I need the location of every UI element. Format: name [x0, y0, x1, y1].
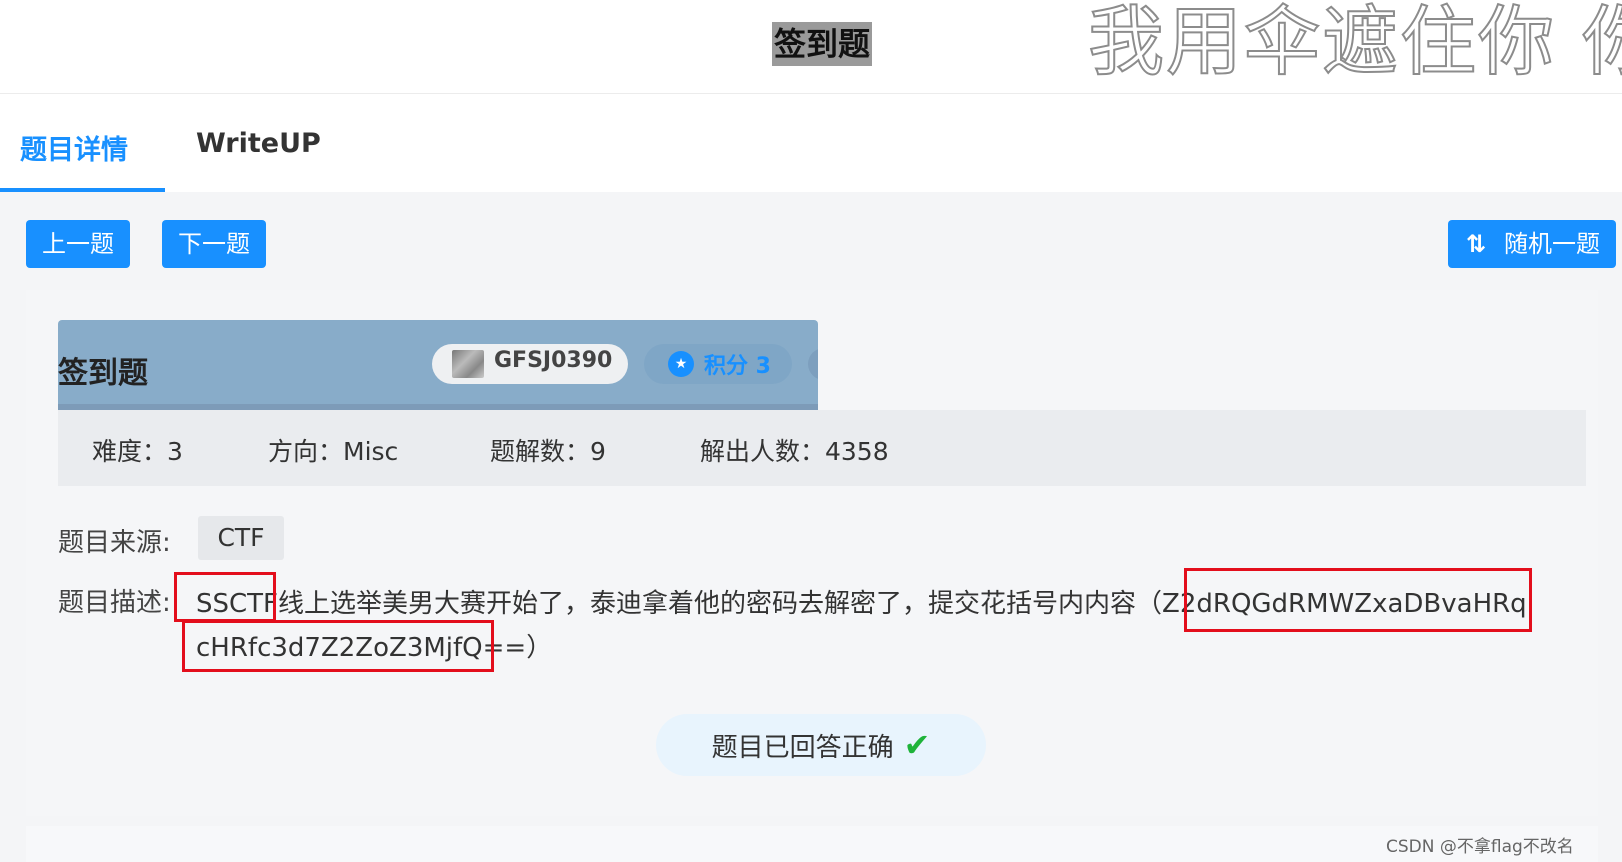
next-section [26, 826, 1598, 862]
checkmark-icon: ✔ [903, 726, 931, 764]
source-credit: CSDN @不拿flag不改名 [1386, 837, 1574, 857]
random-challenge-label: 随机一题 [1504, 230, 1600, 258]
tab-writeup[interactable]: WriteUP [196, 128, 321, 159]
description-label: 题目描述: [58, 588, 171, 618]
highlight-box-prefix [174, 572, 276, 622]
challenge-card: 签到题 GFSJ0390 ★ 积分 3 ◀ ▶ 难度：3 方向：Misc 题解数… [26, 290, 1598, 816]
page-title: 签到题 [772, 22, 873, 66]
watermark-text: 我用伞遮住你 你 [1087, 0, 1622, 86]
overflow-badge [808, 348, 818, 380]
highlight-box-cipher-2 [182, 620, 494, 672]
source-tag: CTF [198, 516, 284, 560]
content-area: 上一题 下一题 ⇅ 随机一题 签到题 GFSJ0390 ★ 积分 3 ◀ ▶ 难度… [0, 192, 1622, 862]
difficulty-stat: 难度：3 [92, 437, 183, 466]
tab-bar: 题目详情 WriteUP [0, 94, 1622, 192]
source-label: 题目来源: [58, 528, 171, 558]
solvers-stat: 解出人数：4358 [700, 437, 889, 466]
highlight-box-cipher-1 [1184, 568, 1532, 632]
tab-challenge-details[interactable]: 题目详情 [20, 128, 128, 167]
shuffle-icon: ⇅ [1466, 230, 1487, 258]
score-text: 积分 3 [704, 354, 771, 379]
answered-status: 题目已回答正确 ✔ [656, 714, 986, 776]
stats-bar: 难度：3 方向：Misc 题解数：9 解出人数：4358 [58, 410, 1586, 486]
challenge-code: GFSJ0390 [494, 348, 613, 373]
challenge-code-badge: GFSJ0390 [432, 344, 628, 384]
page-header: 签到题 我用伞遮住你 你 [0, 0, 1622, 94]
answered-status-text: 题目已回答正确 [711, 733, 894, 763]
next-challenge-button[interactable]: 下一题 [162, 220, 266, 268]
score-badge: ★ 积分 3 [644, 344, 792, 384]
description-body: 线上选举美男大赛开始了，泰迪拿着他的密码去解密了，提交花括号内内容（ [278, 589, 1163, 619]
previous-challenge-button[interactable]: 上一题 [26, 220, 130, 268]
avatar [452, 350, 484, 378]
random-challenge-button[interactable]: ⇅ 随机一题 [1448, 220, 1616, 268]
challenge-title: 签到题 [58, 356, 148, 391]
description-suffix: ） [526, 633, 553, 663]
direction-stat: 方向：Misc [268, 437, 399, 466]
star-icon: ★ [668, 351, 694, 377]
solutions-stat: 题解数：9 [490, 437, 606, 466]
